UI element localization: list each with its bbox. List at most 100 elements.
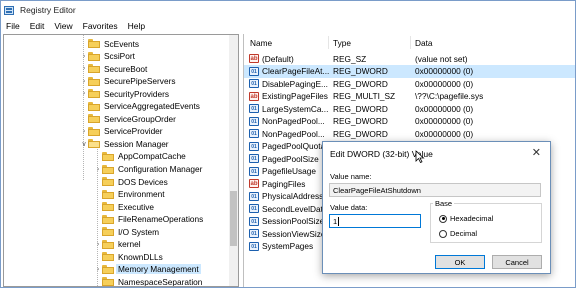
tree-item[interactable]: KnownDLLs (94, 250, 163, 263)
binary-value-icon: 01 (249, 79, 259, 88)
folder-icon (88, 51, 100, 61)
value-row[interactable]: ab ExistingPageFiles REG_MULTI_SZ \??\C:\pa… (244, 90, 575, 103)
binary-value-icon: 01 (249, 116, 259, 126)
folder-icon (102, 164, 114, 174)
column-separator[interactable] (328, 36, 329, 49)
value-name: SystemPages (262, 241, 314, 251)
folder-icon (102, 177, 114, 187)
value-data-input[interactable]: 1 (329, 214, 421, 228)
tree-item[interactable]: › Memory Management (94, 263, 201, 276)
tree-item-label: AppCompatCache (118, 151, 186, 162)
tree-item-label: DOS Devices (118, 176, 168, 187)
radio-decimal[interactable]: Decimal (439, 229, 477, 238)
tree-item-label: kernel (118, 239, 141, 250)
tree-item[interactable]: ServiceAggregatedEvents (80, 100, 200, 113)
tree-item[interactable]: › SecurityProviders (80, 87, 169, 100)
value-type: REG_DWORD (333, 103, 388, 114)
close-icon[interactable]: ✕ (532, 146, 541, 159)
tree-item[interactable]: ScEvents (80, 37, 139, 50)
radio-hexadecimal-label: Hexadecimal (450, 214, 494, 223)
value-name: SessionPoolSize (262, 216, 325, 226)
tree-item[interactable]: ServiceGroupOrder (80, 112, 176, 125)
value-name: ClearPageFileAt... (262, 66, 330, 76)
folder-icon (88, 126, 100, 136)
column-separator[interactable] (410, 36, 411, 49)
folder-icon (102, 214, 114, 224)
chevron-right-icon[interactable]: › (80, 125, 88, 138)
chevron-down-icon[interactable]: ∨ (80, 137, 88, 150)
tree-item[interactable]: AppCompatCache (94, 150, 186, 163)
menu-view[interactable]: View (49, 21, 77, 31)
text-caret (338, 216, 340, 226)
chevron-right-icon[interactable]: › (94, 238, 102, 251)
folder-icon (88, 114, 100, 124)
tree-item[interactable]: I/O System (94, 225, 159, 238)
chevron-right-icon[interactable]: › (80, 75, 88, 88)
value-row[interactable]: 01 NonPagedPool... REG_DWORD 0x00000000 (0) (244, 127, 575, 140)
binary-value-icon: 01 (249, 241, 259, 251)
binary-value-icon: 01 (249, 216, 259, 226)
value-name-field[interactable]: ClearPageFileAtShutdown (329, 183, 541, 197)
tree-item-label: I/O System (118, 226, 160, 237)
menu-edit[interactable]: Edit (25, 21, 50, 31)
chevron-right-icon[interactable]: › (94, 163, 102, 176)
value-row[interactable]: 01 DisablePagingE... REG_DWORD 0x00000000 (… (244, 77, 575, 90)
tree-item[interactable]: Executive (94, 200, 154, 213)
key-tree-pane[interactable]: ScEvents › ScsiPort › SecureBoot › SecurePipeS… (3, 34, 239, 287)
chevron-right-icon[interactable]: › (80, 62, 88, 75)
tree-item-label: SecureBoot (104, 63, 148, 74)
value-row[interactable]: 01 LargeSystemCa... REG_DWORD 0x00000000 (0… (244, 102, 575, 115)
tree-scrollbar[interactable] (229, 35, 238, 286)
radio-selected-icon (439, 214, 447, 223)
tree-item-label: ScsiPort (104, 51, 135, 62)
value-row[interactable]: 01 ClearPageFileAt... REG_DWORD 0x00000000 … (244, 64, 575, 78)
cancel-button[interactable]: Cancel (492, 255, 542, 269)
value-data-label: Value data: (330, 203, 368, 212)
value-type: REG_DWORD (333, 128, 388, 139)
folder-icon (102, 151, 114, 161)
tree-item[interactable]: Environment (94, 188, 165, 201)
value-row[interactable]: ab (Default) REG_SZ (value not set) (244, 52, 575, 65)
value-name: SecondLevelDat... (262, 203, 330, 214)
tree-item[interactable]: › ScsiPort (80, 50, 135, 63)
value-name: PagingFiles (262, 178, 306, 189)
radio-hexadecimal[interactable]: Hexadecimal (439, 214, 493, 223)
folder-icon (88, 39, 100, 48)
column-header-type[interactable]: Type (333, 38, 351, 48)
tree-item[interactable]: › Configuration Manager (94, 163, 203, 176)
menu-favorites[interactable]: Favorites (78, 21, 123, 31)
tree-item[interactable]: ∨ Session Manager (80, 137, 168, 150)
menu-file[interactable]: File (1, 21, 25, 31)
value-data-text: 1 (333, 216, 338, 226)
column-header-data[interactable]: Data (415, 38, 433, 48)
chevron-right-icon[interactable]: › (94, 263, 102, 276)
value-type: REG_DWORD (333, 66, 388, 76)
tree-item-label: ServiceProvider (104, 126, 163, 137)
ok-button[interactable]: OK (435, 255, 485, 269)
chevron-right-icon[interactable]: › (80, 50, 88, 63)
tree-item[interactable]: › ServiceProvider (80, 125, 163, 138)
folder-icon (88, 76, 100, 86)
tree-item[interactable]: › SecurePipeServers (80, 75, 176, 88)
column-header-name[interactable]: Name (250, 38, 272, 48)
value-row[interactable]: 01 NonPagedPool... REG_DWORD 0x00000000 (0) (244, 115, 575, 128)
binary-value-icon: 01 (249, 129, 259, 138)
tree-item[interactable]: › SecureBoot (80, 62, 148, 75)
value-name: DisablePagingE... (262, 78, 328, 89)
tree-item[interactable]: › kernel (94, 238, 141, 251)
tree-item[interactable]: DOS Devices (94, 175, 168, 188)
tree-item[interactable]: NamespaceSeparation (94, 275, 202, 286)
string-value-icon: ab (249, 91, 259, 101)
chevron-right-icon[interactable]: › (80, 87, 88, 100)
binary-value-icon: 01 (249, 154, 259, 163)
tree-scrollbar-thumb[interactable] (230, 191, 237, 246)
menu-help[interactable]: Help (123, 21, 150, 31)
value-data: 0x00000000 (0) (415, 78, 474, 89)
value-type: REG_SZ (333, 53, 367, 64)
tree-item[interactable]: FileRenameOperations (94, 213, 203, 226)
